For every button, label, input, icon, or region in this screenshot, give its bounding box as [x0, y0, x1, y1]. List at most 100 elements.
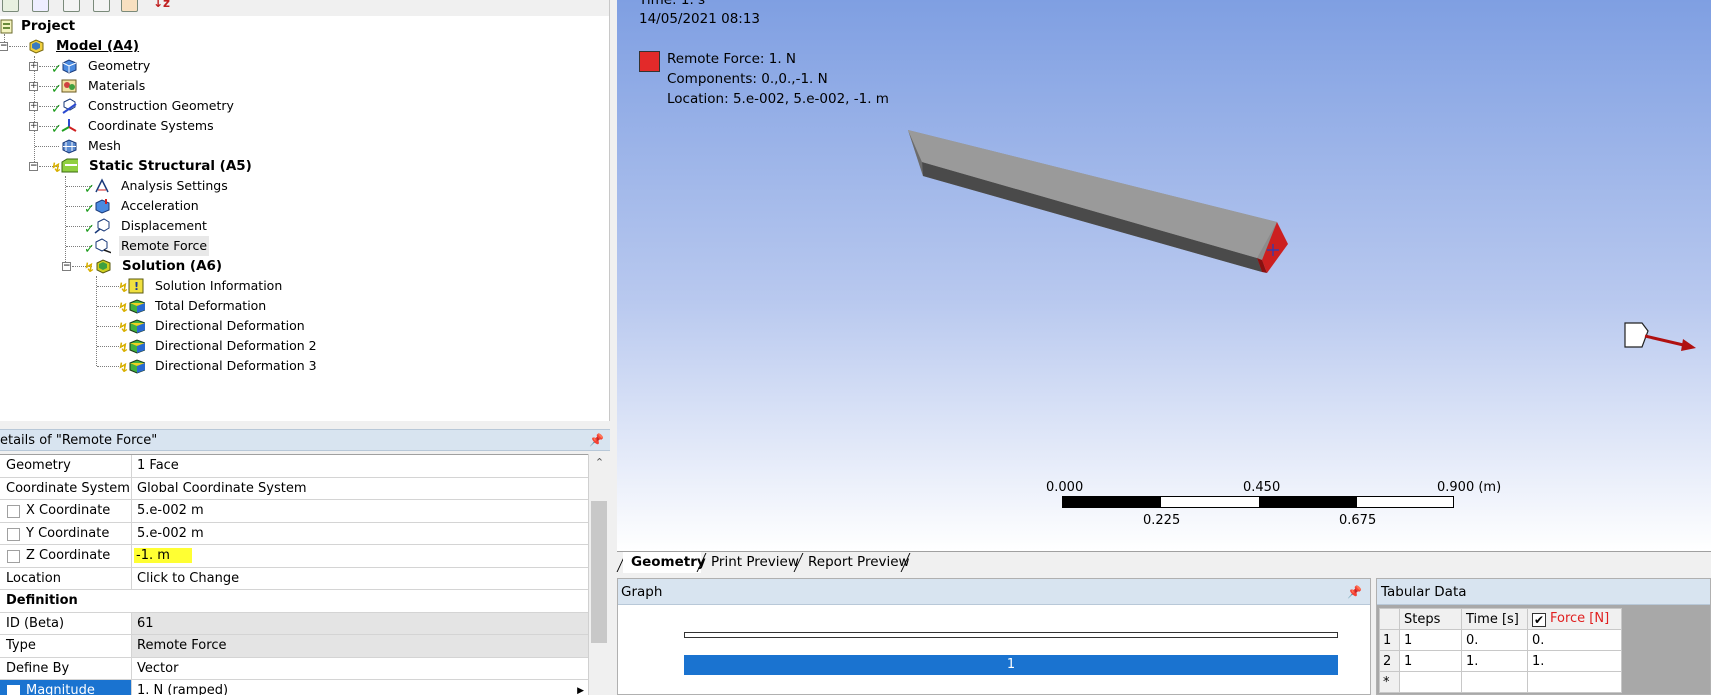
tree-item-solution-information[interactable]: ↯ ! Solution Information	[0, 276, 600, 296]
details-row-define-by[interactable]: Define By Vector	[0, 657, 588, 680]
table-cell[interactable]: 1	[1399, 650, 1462, 672]
column-header-time[interactable]: Time [s]	[1461, 608, 1528, 630]
table-cell[interactable]: 0.	[1527, 629, 1622, 651]
details-row-coordinate-system[interactable]: Coordinate System Global Coordinate Syst…	[0, 477, 588, 500]
details-value[interactable]: 1. N (ramped)	[137, 683, 228, 695]
details-key: ID (Beta)	[0, 612, 132, 634]
tree-item-directional-deformation-2[interactable]: ↯ Directional Deformation 2	[0, 336, 600, 356]
flyout-arrow-icon[interactable]: ▶	[577, 680, 584, 695]
column-header-steps[interactable]: Steps	[1399, 608, 1462, 630]
details-title: etails of "Remote Force"	[0, 433, 158, 448]
tabular-data-panel: Tabular Data Steps Time [s] ✔ Force [N] 1…	[1376, 578, 1711, 695]
tree-item-remote-force[interactable]: ✓ Remote Force	[0, 236, 600, 256]
acceleration-icon	[95, 199, 110, 214]
details-value[interactable]: Vector	[132, 658, 588, 680]
collapse-icon[interactable]: −	[0, 42, 8, 51]
tree-item-static-structural[interactable]: − ↯ Static Structural (A5)	[0, 156, 600, 176]
vertical-splitter[interactable]	[610, 0, 617, 695]
parameter-checkbox[interactable]	[7, 505, 20, 518]
tree-item-model[interactable]: − Model (A4)	[0, 36, 600, 56]
expand-all-icon[interactable]	[93, 0, 110, 12]
tree-item-label: Model (A4)	[56, 38, 140, 54]
graph-step-bar[interactable]: 1	[684, 655, 1338, 675]
total-deformation-icon	[129, 299, 145, 314]
details-value[interactable]: Click to Change	[132, 568, 588, 590]
details-section-definition[interactable]: Definition	[0, 590, 588, 613]
details-value[interactable]: 1 Face	[132, 455, 588, 477]
table-cell[interactable]: 1.	[1461, 650, 1528, 672]
tab-report-preview[interactable]: Report Preview	[800, 552, 910, 573]
scroll-up-icon[interactable]: ⌃	[589, 456, 610, 469]
refresh-icon[interactable]	[2, 0, 19, 12]
table-row[interactable]: 2 1 1. 1.	[1379, 650, 1622, 672]
viewport-tabs: Geometry Print Preview Report Preview	[616, 551, 1711, 573]
expand-icon[interactable]: +	[29, 122, 38, 131]
scrollbar-thumb[interactable]	[591, 501, 607, 643]
tree-item-directional-deformation-3[interactable]: ↯ Directional Deformation 3	[0, 356, 600, 376]
tree-item-analysis-settings[interactable]: ✓ Analysis Settings	[0, 176, 600, 196]
tree-item-project[interactable]: Project	[0, 16, 600, 36]
details-row-location[interactable]: Location Click to Change	[0, 567, 588, 590]
expand-icon[interactable]: +	[29, 102, 38, 111]
filter-icon[interactable]	[63, 0, 80, 12]
tab-geometry[interactable]: Geometry	[623, 552, 706, 573]
details-scrollbar[interactable]: ⌃	[588, 454, 609, 695]
table-cell[interactable]	[1399, 671, 1462, 693]
details-row-z-coordinate[interactable]: Z Coordinate -1. m	[0, 545, 588, 568]
collapse-icon[interactable]: −	[29, 162, 38, 171]
table-row[interactable]: 1 1 0. 0.	[1379, 629, 1622, 651]
checkbox-checked-icon[interactable]: ✔	[1532, 613, 1546, 627]
details-row-x-coordinate[interactable]: X Coordinate 5.e-002 m	[0, 500, 588, 523]
sort-icon[interactable]: ↓z	[153, 0, 170, 10]
remote-point-icon	[1624, 322, 1649, 348]
parameter-checkbox[interactable]	[7, 550, 20, 563]
tree-item-mesh[interactable]: Mesh	[0, 136, 600, 156]
pin-icon[interactable]: 📌	[589, 430, 604, 451]
tag-icon[interactable]	[121, 0, 138, 12]
tree-item-label: Static Structural (A5)	[89, 158, 252, 174]
table-row-new[interactable]: *	[1379, 671, 1622, 693]
table-cell[interactable]: 0.	[1461, 629, 1528, 651]
expand-icon[interactable]: +	[29, 82, 38, 91]
tree-item-displacement[interactable]: ✓ Displacement	[0, 216, 600, 236]
details-value[interactable]: Global Coordinate System	[132, 478, 588, 500]
graph-timeline-track[interactable]	[684, 632, 1338, 638]
tree-item-geometry[interactable]: + ✓ Geometry	[0, 56, 600, 76]
parameter-checkbox[interactable]	[7, 685, 20, 695]
tree-item-label: Analysis Settings	[121, 178, 228, 193]
details-value-highlighted[interactable]: -1. m	[134, 548, 192, 563]
details-section-label: Definition	[6, 593, 78, 608]
table-cell[interactable]	[1461, 671, 1528, 693]
table-cell[interactable]: 1.	[1527, 650, 1622, 672]
tree-item-coordinate-systems[interactable]: + ✓ Coordinate Systems	[0, 116, 600, 136]
details-value[interactable]: 5.e-002 m	[132, 523, 588, 545]
edit-icon[interactable]	[32, 0, 49, 12]
tree-item-acceleration[interactable]: ✓ Acceleration	[0, 196, 600, 216]
expand-icon[interactable]: +	[29, 62, 38, 71]
tab-print-preview[interactable]: Print Preview	[703, 552, 799, 573]
table-cell[interactable]: 1	[1399, 629, 1462, 651]
details-row-geometry[interactable]: Geometry 1 Face	[0, 455, 588, 478]
collapse-icon[interactable]: −	[62, 262, 71, 271]
details-key: Coordinate System	[0, 477, 132, 499]
mesh-icon	[62, 139, 77, 154]
parameter-checkbox[interactable]	[7, 527, 20, 541]
details-row-y-coordinate[interactable]: Y Coordinate 5.e-002 m	[0, 522, 588, 545]
details-key: Y Coordinate	[26, 525, 110, 541]
tree-item-directional-deformation[interactable]: ↯ Directional Deformation	[0, 316, 600, 336]
details-header: etails of "Remote Force" 📌	[0, 429, 610, 451]
column-header-force[interactable]: ✔ Force [N]	[1527, 608, 1622, 630]
tree-item-label: Solution (A6)	[122, 258, 223, 274]
table-cell[interactable]	[1527, 671, 1622, 693]
model-view[interactable]	[617, 0, 1711, 551]
graphics-viewport[interactable]: Time: 1. s 14/05/2021 08:13 Remote Force…	[617, 0, 1711, 551]
details-value[interactable]: 5.e-002 m	[132, 500, 588, 522]
tree-item-materials[interactable]: + ✓ Materials	[0, 76, 600, 96]
details-row-magnitude[interactable]: Magnitude 1. N (ramped) ▶	[0, 680, 588, 695]
tree-item-construction-geometry[interactable]: + ✓ Construction Geometry	[0, 96, 600, 116]
tree-item-total-deformation[interactable]: ↯ Total Deformation	[0, 296, 600, 316]
details-row-id: ID (Beta) 61	[0, 612, 588, 635]
details-grid: Geometry 1 Face Coordinate System Global…	[0, 454, 588, 695]
tree-item-solution[interactable]: − ↯ Solution (A6)	[0, 256, 600, 276]
pin-icon[interactable]: 📌	[1347, 579, 1362, 605]
